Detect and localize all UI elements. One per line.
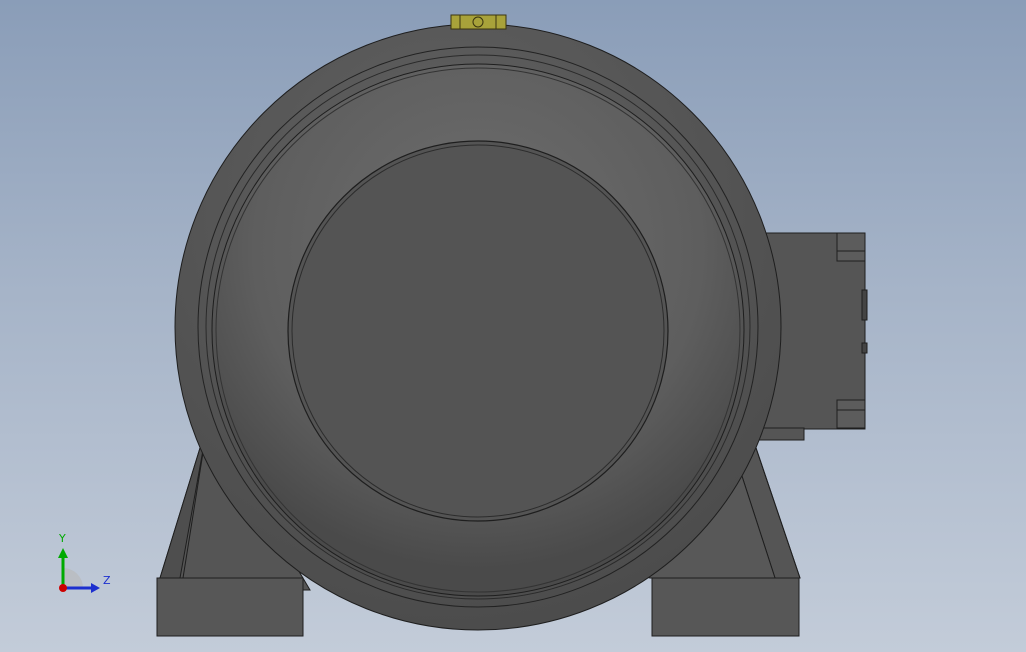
x-axis-dot <box>59 584 67 592</box>
top-drain-plug <box>450 14 507 30</box>
z-axis-arrowhead <box>91 583 100 593</box>
y-axis-arrowhead <box>58 548 68 558</box>
y-axis-label: Y <box>59 532 66 545</box>
z-axis-label: Z <box>103 574 111 587</box>
axis-triad[interactable]: Y Z <box>48 530 128 600</box>
fan-cover-face <box>287 140 669 522</box>
motor-model-front-view[interactable] <box>0 0 1026 652</box>
graphics-viewport[interactable]: Y Z <box>0 0 1026 652</box>
